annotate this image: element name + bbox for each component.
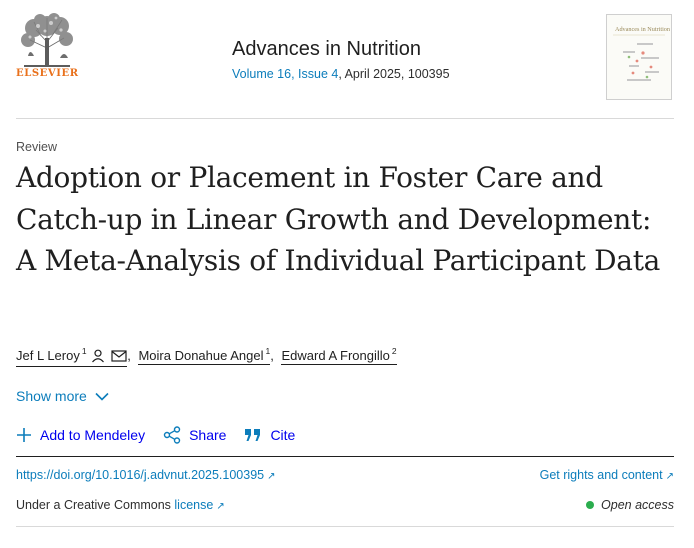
cite-label: Cite [270,427,296,443]
author-list: Jef L Leroy 1 , Moira Donahue Angel 1, Edw… [16,346,397,367]
license-link[interactable]: license ↗ [174,498,224,512]
author-affiliation: 2 [391,346,397,356]
show-more-button[interactable]: Show more [16,388,109,404]
author-name: Jef L Leroy [16,348,80,363]
plus-icon [17,428,31,442]
external-link-icon: ↗ [665,471,674,482]
license-row: Under a Creative Commons license ↗ Open a… [16,498,674,512]
external-link-icon: ↗ [267,471,276,482]
article-actions: Add to Mendeley Share Cite [16,426,313,444]
rights-text: Get rights and content [539,468,663,482]
add-to-mendeley-button[interactable]: Add to Mendeley [16,427,145,443]
license-prefix: Under a Creative Commons [16,498,171,512]
article-type: Review [16,140,57,154]
show-more-label: Show more [16,388,87,404]
cite-button[interactable]: Cite [244,427,295,443]
article-title: Adoption or Placement in Foster Care and… [16,161,661,277]
share-button[interactable]: Share [163,426,226,444]
header-divider [16,118,674,119]
chevron-down-icon [95,392,109,401]
author-affiliation: 1 [81,346,87,356]
journal-cover-image[interactable]: Advances in Nutrition [606,14,672,100]
footer-divider [16,526,674,527]
doi-link[interactable]: https://doi.org/10.1016/j.advnut.2025.10… [16,468,276,482]
share-icon [163,426,181,444]
actions-divider [16,456,674,457]
add-to-mendeley-label: Add to Mendeley [40,427,146,443]
rights-link[interactable]: Get rights and content ↗ [540,468,674,482]
journal-title[interactable]: Advances in Nutrition [232,36,552,62]
elsevier-tree-logo [16,12,78,68]
author-contact-icons [91,349,128,365]
license-link-text: license [174,498,214,512]
publisher-name: ELSEVIER [16,68,79,79]
author-link[interactable]: Moira Donahue Angel 1 [138,346,271,365]
journal-header: ELSEVIER Advances in Nutrition Volume 16… [16,12,674,104]
external-link-icon: ↗ [216,501,225,512]
open-access-badge: Open access [586,498,674,512]
author-link[interactable]: Jef L Leroy 1 [16,346,128,367]
open-access-label: Open access [601,498,674,512]
journal-info: Advances in Nutrition Volume 16, Issue 4… [232,36,552,81]
issue-line: Volume 16, Issue 4, April 2025, 100395 [232,67,552,81]
author-name: Moira Donahue Angel [138,348,264,363]
issue-link[interactable]: Volume 16, Issue 4 [232,67,338,81]
author-name: Edward A Frongillo [281,348,390,363]
person-icon [91,349,104,363]
mail-icon [111,350,127,362]
open-access-dot [586,501,595,509]
share-label: Share [189,427,227,443]
quote-icon [245,429,261,441]
doi-text: https://doi.org/10.1016/j.advnut.2025.10… [16,468,265,482]
cover-title: Advances in Nutrition [615,26,670,33]
issue-details: , April 2025, 100395 [338,67,450,81]
doi-row: https://doi.org/10.1016/j.advnut.2025.10… [16,468,674,482]
author-link[interactable]: Edward A Frongillo 2 [281,346,397,365]
cover-art: Advances in Nutrition [607,15,671,99]
